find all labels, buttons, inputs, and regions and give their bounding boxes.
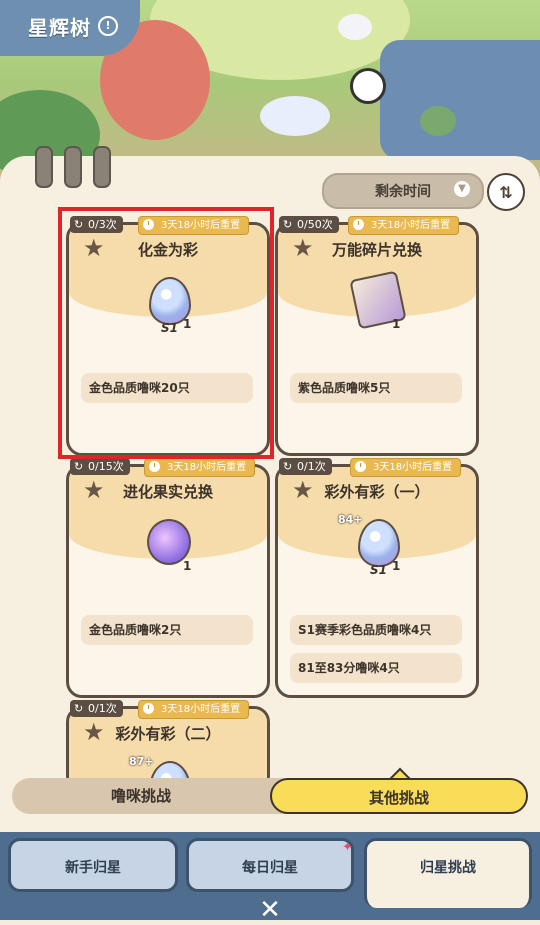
level-badge: 84+ [338, 513, 363, 526]
season-tag: S1 [370, 563, 387, 577]
requirement-item: S1赛季彩色品质噜咪4只 [290, 615, 462, 645]
reset-timer: 3天18小时后重置 [350, 458, 462, 477]
page-title: 星辉树 [28, 16, 91, 40]
bottom-tab-newbie[interactable]: 新手归星 [8, 838, 178, 892]
close-icon[interactable]: ✕ [252, 897, 288, 923]
requirement-item: 紫色品质噜咪5只 [290, 373, 462, 403]
reset-timer: 3天18小时后重置 [348, 216, 460, 235]
swap-icon[interactable]: ⇅ [487, 173, 525, 211]
bottom-tab-challenge[interactable]: 归星挑战 [364, 838, 532, 908]
reset-timer: 3天18小时后重置 [138, 700, 250, 719]
reward-quantity: 1 [183, 559, 192, 573]
refresh-counter: 0/1次 [70, 700, 123, 717]
challenge-card[interactable]: ★ 彩外有彩（一） 84+ S1 1 S1赛季彩色品质噜咪4只 81至83分噜咪… [275, 464, 479, 698]
bottom-tab-daily[interactable]: 每日归星 [186, 838, 354, 892]
highlight-box [58, 207, 274, 459]
card-title: 进化果实兑换 [122, 483, 213, 501]
level-badge: 87+ [129, 755, 154, 768]
sort-dropdown[interactable]: 剩余时间 ▼ [322, 173, 484, 209]
reward-quantity: 1 [392, 559, 401, 573]
binder-ring [93, 146, 111, 188]
clock-icon [143, 703, 154, 714]
binder-ring [64, 146, 82, 188]
clock-icon [353, 219, 364, 230]
reset-timer: 3天18小时后重置 [144, 458, 256, 477]
requirement-item: 金色品质噜咪2只 [81, 615, 253, 645]
clock-icon [355, 461, 366, 472]
binder-ring [35, 146, 53, 188]
reward-quantity: 1 [392, 317, 401, 331]
card-title: 彩外有彩（一） [324, 483, 430, 501]
refresh-counter: 0/1次 [279, 458, 332, 475]
refresh-counter: 0/15次 [70, 458, 130, 475]
challenge-tab-bar: 噜咪挑战 其他挑战 [12, 778, 528, 814]
challenge-card[interactable]: ★ 进化果实兑换 1 金色品质噜咪2只 [66, 464, 270, 698]
clock-icon [149, 461, 160, 472]
sort-label: 剩余时间 [375, 184, 431, 200]
card-title: 彩外有彩（二） [115, 725, 221, 743]
chevron-down-icon: ▼ [454, 181, 470, 197]
refresh-counter: 0/50次 [279, 216, 339, 233]
info-icon[interactable]: ! [98, 16, 118, 36]
tab-other-challenge[interactable]: 其他挑战 [270, 778, 528, 814]
tab-lumi-challenge[interactable]: 噜咪挑战 [12, 778, 270, 814]
challenge-card[interactable]: ★ 万能碎片兑换 1 紫色品质噜咪5只 [275, 222, 479, 456]
requirement-item: 81至83分噜咪4只 [290, 653, 462, 683]
card-title: 万能碎片兑换 [331, 241, 422, 259]
notification-sparkle-icon: ✦ [342, 840, 353, 855]
